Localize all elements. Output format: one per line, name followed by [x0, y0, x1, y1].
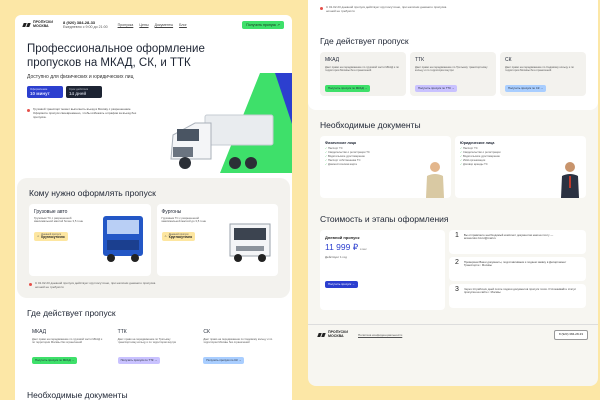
- zone-ttk-2: ТТК Дает право на передвижение по Третьем…: [410, 51, 496, 96]
- ttk-pass-button[interactable]: Получить пропуск по ТТК →: [117, 356, 161, 364]
- landing-page-top: ПРОПУСКИ МОСКВА 8 (920) 384-28-33 Ежедне…: [15, 15, 292, 400]
- logo-text: ПРОПУСКИ МОСКВА: [33, 20, 53, 28]
- logo[interactable]: ПРОПУСКИ МОСКВА: [23, 20, 55, 29]
- zone-mkad-2: МКАД Дает право на передвижение по грузов…: [320, 51, 406, 96]
- card-vans: Фургоны Грузовым ТС с разрешенной максим…: [156, 204, 278, 276]
- docs-physical: Физические лица Паспорт ТССвидетельство …: [320, 135, 451, 198]
- steps-list: 1 Вы отправляете необходимый комплект док…: [449, 229, 586, 310]
- phone-caption: Ежедневно с 9:00 до 21:00: [63, 25, 108, 29]
- nav-item-prices[interactable]: Цены: [139, 23, 148, 27]
- mkad-pass-button-2[interactable]: Получить пропуск по МКАД →: [325, 84, 371, 92]
- footer-logo[interactable]: ПРОПУСКИ МОСКВА: [318, 330, 350, 339]
- privacy-link[interactable]: Политика конфиденциальности: [358, 333, 402, 337]
- step-2: 2 Проверяем Ваши документы, подготавливае…: [449, 256, 586, 281]
- zones-title: Где действует пропуск: [27, 307, 116, 318]
- badge-processing-time: Оформление 10 минут: [27, 86, 63, 98]
- logo-mark-icon: [23, 23, 31, 27]
- hero-title: Профессиональное оформление пропусков на…: [27, 43, 205, 69]
- zone-sk: СК Дает право на передвижение по Садовому…: [198, 323, 281, 368]
- footer: ПРОПУСКИ МОСКВА Политика конфиденциально…: [308, 323, 598, 346]
- step-1: 1 Вы отправляете необходимый комплект док…: [449, 229, 586, 254]
- docs-title: Необходимые документы: [320, 119, 421, 130]
- card-trucks: Грузовые авто Грузовым ТС с разрешенной …: [29, 204, 151, 276]
- header-cta-button[interactable]: Получить пропуск ↗: [242, 21, 284, 29]
- zones-title-2: Где действует пропуск: [320, 35, 409, 46]
- note-dot-icon: [29, 282, 32, 286]
- nav-item-documents[interactable]: Документы: [155, 23, 174, 27]
- warning-dot-icon: [27, 108, 30, 112]
- zone-mkad: МКАД Дает право на передвижение по грузов…: [27, 323, 109, 368]
- who-title: Кому нужно оформлять пропуск: [29, 188, 156, 198]
- zones-section: Где действует пропуск МКАД Дает право на …: [15, 298, 292, 368]
- chip-day-pass: ⚠ Дневной пропуск Круглосуточно: [34, 231, 68, 241]
- zones-section-2: С 01.02.23 дневной пропуск действует кру…: [308, 0, 598, 110]
- nav-item-blog[interactable]: Блог: [179, 23, 187, 27]
- hero-truck-image: [170, 114, 274, 169]
- landing-page-bottom: С 01.02.23 дневной пропуск действует кру…: [308, 0, 598, 386]
- day-pass-note: С 01.02.23 дневной пропуск действует кру…: [17, 276, 177, 298]
- header-phone[interactable]: 8 (920) 384-28-33 Ежедневно с 9:00 до 21…: [63, 20, 108, 29]
- day-pass-note-2: С 01.02.23 дневной пропуск действует кру…: [308, 2, 468, 14]
- hero-warning: Грузовой транспорт может выполнить въезд…: [27, 107, 145, 119]
- van-white-image: [229, 223, 271, 262]
- pricing-title: Стоимость и этапы оформления: [320, 213, 449, 224]
- badge-validity: Срок действия 14 дней: [66, 86, 102, 98]
- price-card: Дневной пропуск 11 999 ₽ в мес Действует …: [320, 229, 445, 310]
- docs-section-preview: Необходимые документы: [15, 368, 292, 400]
- price-value: 11 999 ₽ в мес: [325, 241, 367, 252]
- price-cta-button[interactable]: Получить пропуск →: [325, 280, 358, 288]
- person-legal-image: [561, 161, 579, 198]
- footer-logo-mark-icon: [318, 333, 326, 337]
- note-dot-icon-2: [320, 6, 323, 10]
- ttk-pass-button-2[interactable]: Получить пропуск по ТТК →: [415, 84, 458, 92]
- who-section: Кому нужно оформлять пропуск Грузовые ав…: [17, 178, 290, 298]
- nav: Пропуска Цены Документы Блог: [118, 23, 187, 27]
- hero: Профессиональное оформление пропусков на…: [15, 43, 292, 178]
- person-physical-image: [426, 161, 444, 198]
- nav-item-passes[interactable]: Пропуска: [118, 23, 134, 27]
- chip-day-pass-vans: ⚠ Дневной пропуск Круглосуточно: [161, 231, 196, 241]
- mkad-pass-button[interactable]: Получить пропуск по МКАД →: [32, 356, 78, 364]
- hero-subtitle: Доступно для физических и юридических ли…: [27, 74, 134, 80]
- sk-pass-button-2[interactable]: Получить пропуск по СК →: [505, 84, 547, 92]
- zone-ttk: ТТК Дает право на передвижение по Третьем…: [112, 323, 195, 368]
- price-duration: Действует 1 год: [325, 254, 347, 259]
- header: ПРОПУСКИ МОСКВА 8 (920) 384-28-33 Ежедне…: [15, 15, 292, 35]
- footer-phone[interactable]: 8 (920) 384-28-33: [553, 330, 588, 340]
- zone-sk-2: СК Дает право на передвижение по Садовому…: [500, 51, 586, 96]
- docs-legal: Юридические лица Паспорт ТССвидетельство…: [455, 135, 586, 198]
- truck-blue-image: [102, 216, 143, 262]
- step-3: 3 Через 14 рабочих дней после подачи доку…: [449, 283, 586, 308]
- docs-title-preview: Необходимые документы: [27, 389, 128, 400]
- sk-pass-button[interactable]: Получить пропуск по СК →: [203, 356, 245, 364]
